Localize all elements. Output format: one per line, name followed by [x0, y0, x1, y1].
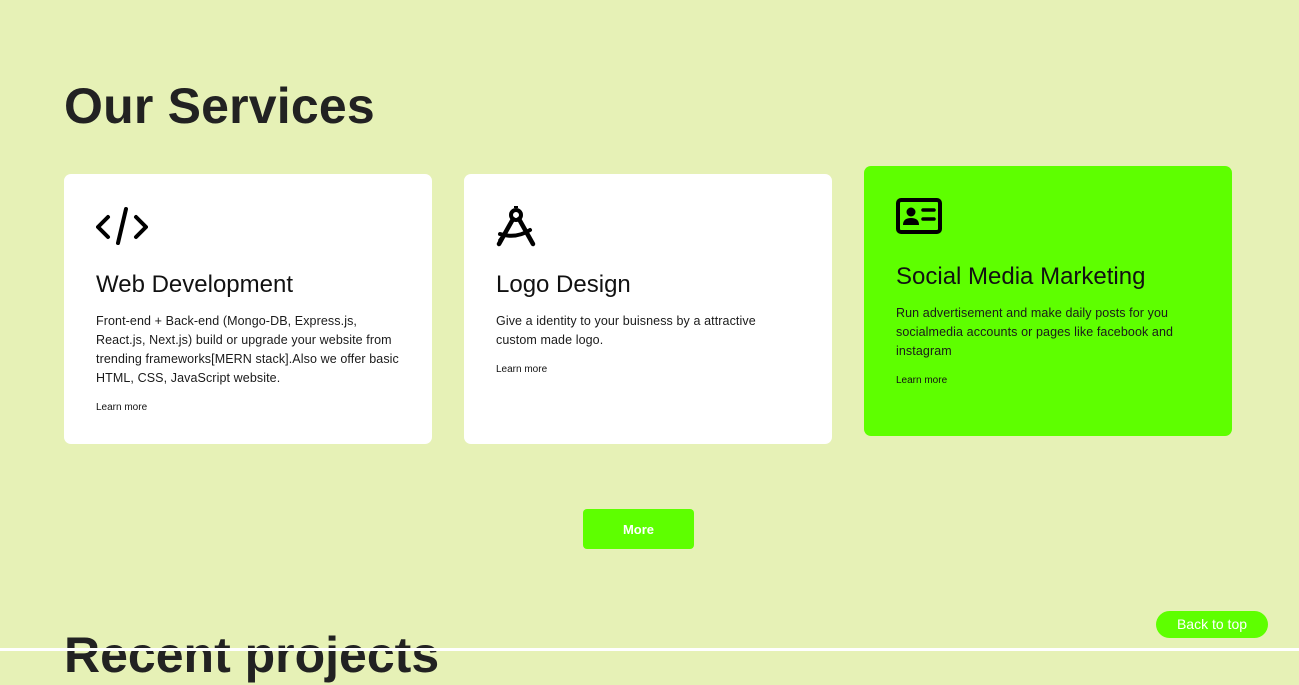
service-title: Social Media Marketing: [896, 263, 1146, 290]
page-title: Our Services: [64, 78, 375, 134]
service-title: Web Development: [96, 271, 293, 298]
service-description: Run advertisement and make daily posts f…: [896, 306, 1174, 358]
service-card-social-media-marketing: Social Media Marketing Run advertisement…: [864, 166, 1232, 436]
service-card-web-development: Web Development Front-end + Back-end (Mo…: [64, 174, 432, 444]
learn-more-link[interactable]: Learn more: [496, 364, 547, 375]
service-card-logo-design: Logo Design Give a identity to your buis…: [464, 174, 832, 444]
learn-more-link[interactable]: Learn more: [896, 375, 947, 386]
compass-drafting-icon: [496, 206, 548, 248]
code-icon: [96, 206, 148, 248]
recent-projects-heading: Recent projects: [64, 627, 440, 683]
id-card-icon: [896, 198, 948, 240]
service-description: Give a identity to your buisness by a at…: [496, 314, 756, 347]
back-to-top-button[interactable]: Back to top: [1156, 611, 1268, 638]
service-title: Logo Design: [496, 271, 631, 298]
learn-more-link[interactable]: Learn more: [96, 402, 147, 413]
service-description: Front-end + Back-end (Mongo-DB, Express.…: [96, 314, 399, 385]
more-button[interactable]: More: [583, 509, 694, 549]
